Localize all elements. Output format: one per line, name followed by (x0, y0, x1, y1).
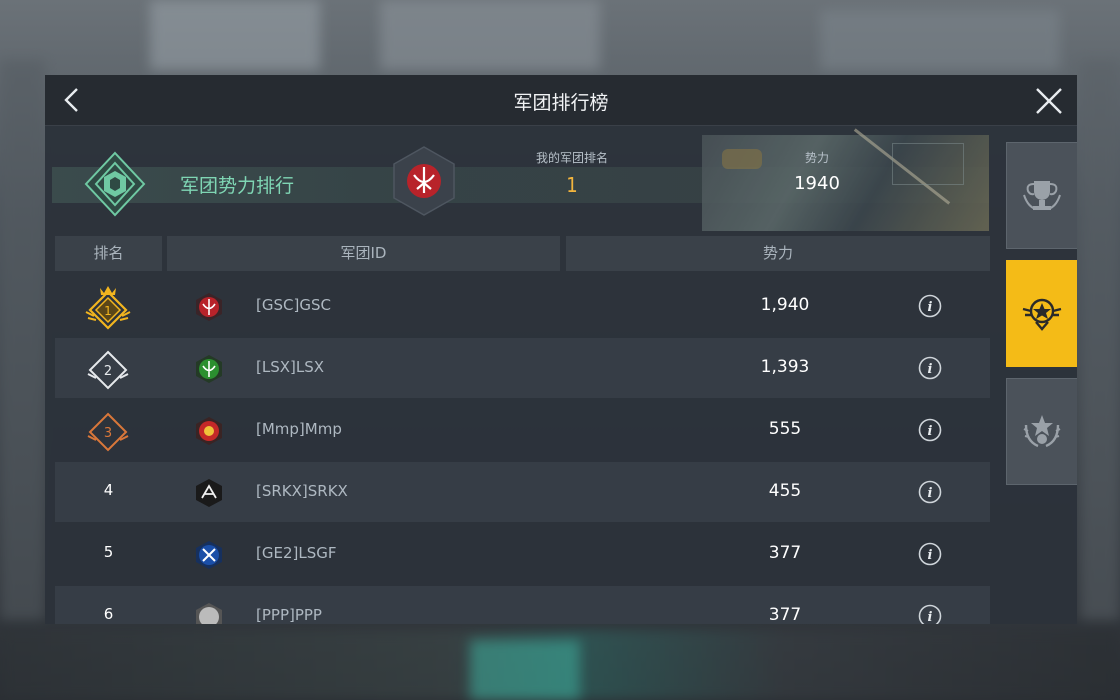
background-light (470, 640, 580, 700)
info-icon[interactable]: i (918, 294, 942, 318)
legion-emblem-icon (196, 293, 222, 321)
info-icon[interactable]: i (918, 356, 942, 380)
background-building (150, 0, 320, 70)
tab-trophy[interactable] (1006, 142, 1077, 249)
close-button[interactable] (1033, 85, 1065, 117)
svg-text:i: i (928, 610, 933, 624)
legion-emblem-icon (196, 479, 222, 507)
rank-cell: 1 (55, 276, 162, 336)
svg-text:i: i (928, 424, 933, 439)
svg-text:1: 1 (104, 304, 112, 318)
rank-number: 6 (103, 605, 114, 623)
background-building (820, 10, 1060, 70)
ranking-banner: 军团势力排行 我的军团排名 1 势力 1940 (52, 128, 989, 231)
tab-legion-power[interactable] (1006, 260, 1077, 367)
my-legion-badge-icon (393, 146, 455, 216)
table-row[interactable]: 6 [PPP]PPP 377 i (55, 586, 990, 624)
info-icon[interactable]: i (918, 480, 942, 504)
legion-id: [Mmp]Mmp (256, 420, 342, 438)
silver-rank-badge-icon: 2 (87, 350, 129, 390)
table-row[interactable]: 5 [GE2]LSGF 377 i (55, 524, 990, 584)
ranking-list[interactable]: 1 [GSC]GSC 1,940 i 2 [LSX]LSX 1,393 i 3 … (55, 276, 990, 624)
svg-text:i: i (928, 362, 933, 377)
bronze-rank-badge-icon: 3 (87, 412, 129, 452)
leaderboard-panel: 军团排行榜 军团势力排行 我的军团排名 1 势力 1940 排名 军团ID 势力… (45, 75, 1077, 624)
my-rank-value: 1 (566, 173, 578, 197)
rank-cell: 3 (55, 400, 162, 460)
svg-text:3: 3 (104, 426, 112, 441)
rank-cell: 4 (55, 462, 162, 522)
legion-power: 1,393 (760, 357, 810, 377)
table-row[interactable]: 1 [GSC]GSC 1,940 i (55, 276, 990, 336)
info-icon[interactable]: i (918, 542, 942, 566)
column-header-legion-id: 军团ID (167, 236, 560, 271)
page-title: 军团排行榜 (513, 92, 609, 114)
gold-crown-rank-badge-icon: 1 (85, 286, 131, 330)
info-icon[interactable]: i (918, 418, 942, 442)
rank-number: 4 (103, 481, 114, 499)
table-row[interactable]: 4 [SRKX]SRKX 455 i (55, 462, 990, 522)
rank-cell: 5 (55, 524, 162, 584)
info-icon[interactable]: i (918, 604, 942, 624)
legion-emblem-icon (196, 417, 222, 445)
legion-id: [GSC]GSC (256, 296, 331, 314)
legion-id: [GE2]LSGF (256, 544, 337, 562)
panel-header: 军团排行榜 (45, 75, 1077, 126)
legion-emblem-icon (196, 355, 222, 383)
legion-ranking-emblem-icon (84, 151, 146, 217)
svg-text:i: i (928, 548, 933, 563)
power-caption: 势力 (804, 151, 829, 165)
legion-id: [SRKX]SRKX (256, 482, 348, 500)
background-building (1080, 60, 1120, 620)
wreath-star-icon (1023, 415, 1061, 448)
legion-power: 455 (768, 481, 802, 501)
rank-cell: 2 (55, 338, 162, 398)
legion-emblem-icon (196, 603, 222, 624)
table-row[interactable]: 2 [LSX]LSX 1,393 i (55, 338, 990, 398)
table-row[interactable]: 3 [Mmp]Mmp 555 i (55, 400, 990, 460)
legion-id: [LSX]LSX (256, 358, 325, 376)
banner-label: 军团势力排行 (180, 175, 295, 197)
column-header-power: 势力 (566, 236, 990, 271)
legion-id: [PPP]PPP (256, 606, 322, 624)
trophy-icon (1023, 181, 1061, 210)
legion-power: 377 (768, 543, 802, 563)
power-value: 1940 (794, 173, 840, 194)
legion-power: 1,940 (760, 295, 810, 315)
background-building (380, 0, 600, 70)
legion-power: 377 (768, 605, 802, 624)
my-rank-caption: 我的军团排名 (535, 151, 608, 165)
rank-cell: 6 (55, 586, 162, 624)
close-icon (1036, 88, 1062, 114)
svg-text:i: i (928, 300, 933, 315)
rank-number: 5 (103, 543, 114, 561)
background-building (0, 60, 45, 620)
svg-text:i: i (928, 486, 933, 501)
tab-honor[interactable] (1006, 378, 1077, 485)
column-header-rank: 排名 (55, 236, 162, 271)
star-medal-icon (1022, 298, 1062, 331)
legion-power: 555 (768, 419, 802, 439)
svg-text:2: 2 (104, 364, 112, 379)
legion-emblem-icon (196, 541, 222, 569)
